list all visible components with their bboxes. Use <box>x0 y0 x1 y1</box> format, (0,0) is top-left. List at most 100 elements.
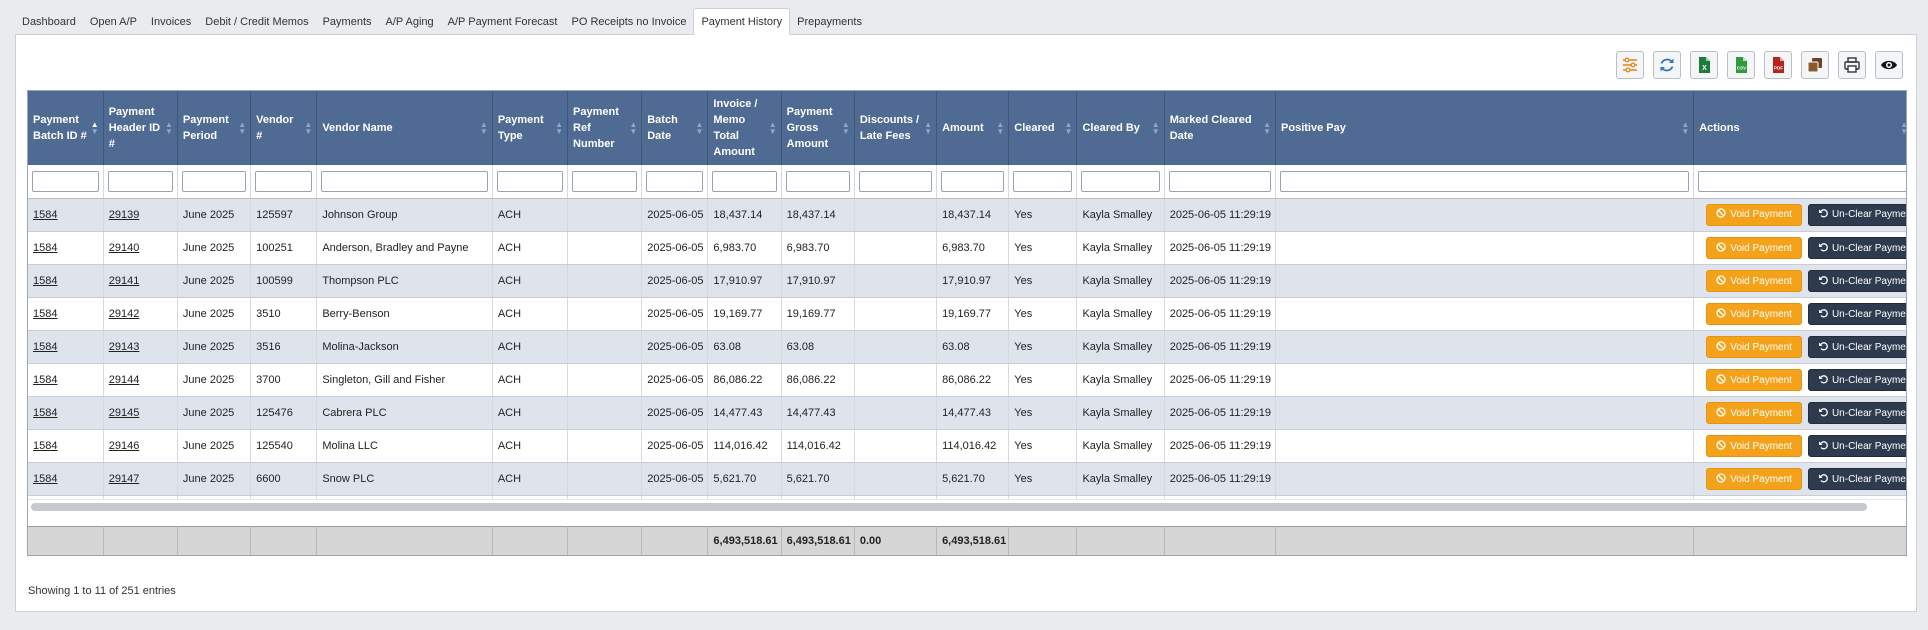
void-payment-button[interactable]: Void Payment <box>1706 468 1802 490</box>
svg-text:X: X <box>1702 65 1707 72</box>
batch-id-link[interactable]: 1584 <box>33 308 57 320</box>
batch-id-link[interactable]: 1584 <box>33 242 57 254</box>
unclear-payment-button[interactable]: Un-Clear Payment <box>1807 203 1906 226</box>
void-payment-button[interactable]: Void Payment <box>1706 237 1802 259</box>
filter-input-payment-type[interactable] <box>496 170 564 192</box>
header-id-link[interactable]: 29144 <box>109 374 140 386</box>
void-payment-button[interactable]: Void Payment <box>1706 336 1802 358</box>
vertical-scrollbar[interactable] <box>1905 199 1906 499</box>
visibility-button[interactable] <box>1875 51 1903 79</box>
column-header-payment-header-id[interactable]: Payment Header ID # ▲ ▼ <box>103 91 178 165</box>
tab-debit-credit-memos[interactable]: Debit / Credit Memos <box>198 9 315 35</box>
batch-id-link[interactable]: 1584 <box>33 209 57 221</box>
void-payment-button[interactable]: Void Payment <box>1706 435 1802 457</box>
tab-payment-history[interactable]: Payment History <box>693 8 791 35</box>
column-header-payment-type[interactable]: Payment Type ▲ ▼ <box>492 91 569 165</box>
header-id-link[interactable]: 29145 <box>109 407 140 419</box>
unclear-payment-button[interactable]: Un-Clear Payment <box>1807 270 1906 292</box>
column-header-cleared[interactable]: Cleared ▲ ▼ <box>1008 91 1078 165</box>
column-header-amount[interactable]: Amount ▲ ▼ <box>936 91 1010 165</box>
void-payment-button[interactable]: Void Payment <box>1706 203 1802 226</box>
filter-input-positive-pay[interactable] <box>1280 170 1690 192</box>
column-header-batch-date[interactable]: Batch Date ▲ ▼ <box>641 91 709 165</box>
horizontal-scroll-thumb[interactable] <box>31 502 1867 511</box>
print-button[interactable] <box>1838 51 1866 79</box>
cell-invoice-memo-total-amount: 5,621.70 <box>707 462 782 496</box>
void-payment-button[interactable]: Void Payment <box>1706 303 1802 325</box>
batch-id-link[interactable]: 1584 <box>33 275 57 287</box>
refresh-button[interactable] <box>1653 51 1681 79</box>
unclear-payment-button[interactable]: Un-Clear Payment <box>1807 402 1906 424</box>
unclear-payment-button[interactable]: Un-Clear Payment <box>1807 336 1906 358</box>
cell-vendor: 125597 <box>250 198 318 232</box>
column-header-payment-batch-id[interactable]: Payment Batch ID # ▲ ▼ <box>28 91 104 165</box>
column-header-actions[interactable]: Actions ▲▼ <box>1693 91 1906 165</box>
filter-input-cleared[interactable] <box>1013 170 1073 192</box>
unclear-payment-button[interactable]: Un-Clear Payment <box>1807 468 1906 490</box>
cell-positive-pay <box>1275 231 1695 265</box>
filter-input-marked-cleared-date[interactable] <box>1168 170 1272 192</box>
header-id-link[interactable]: 29147 <box>109 473 140 485</box>
tab-payments[interactable]: Payments <box>316 9 379 35</box>
filter-input-discounts-late-fees[interactable] <box>858 170 933 192</box>
cell-payment-ref-number <box>567 297 643 331</box>
copy-button[interactable] <box>1801 51 1829 79</box>
unclear-payment-button[interactable]: Un-Clear Payment <box>1807 237 1906 259</box>
header-id-link[interactable]: 29139 <box>109 209 140 221</box>
header-id-link[interactable]: 29143 <box>109 341 140 353</box>
unclear-payment-button[interactable]: Un-Clear Payment <box>1807 369 1906 391</box>
pdf-export-button[interactable]: PDF <box>1764 51 1792 79</box>
unclear-payment-button[interactable]: Un-Clear Payment <box>1807 303 1906 325</box>
cell-payment-gross-amount: 114,016.42 <box>781 429 855 463</box>
cell-cleared-by: Kayla Smalley <box>1076 462 1165 496</box>
filter-input-payment-period[interactable] <box>181 170 247 192</box>
filter-input-vendor[interactable] <box>255 170 313 192</box>
unclear-payment-button[interactable]: Un-Clear Payment <box>1807 435 1906 457</box>
void-payment-button[interactable]: Void Payment <box>1706 270 1802 292</box>
grid-body-scroll[interactable]: 1584 29139 June 2025 125597 Johnson Group ACH… <box>28 198 1906 499</box>
tab-open-a-p[interactable]: Open A/P <box>83 9 144 35</box>
cell-cleared: Yes <box>1008 297 1078 331</box>
filter-input-invoice-memo-total-amount[interactable] <box>712 170 777 192</box>
header-id-link[interactable]: 29142 <box>109 308 140 320</box>
filter-input-batch-date[interactable] <box>646 170 704 192</box>
column-header-invoice-memo-total-amount[interactable]: Invoice / Memo Total Amount ▲ ▼ <box>707 91 782 165</box>
batch-id-link[interactable]: 1584 <box>33 374 57 386</box>
filter-input-payment-batch-id[interactable] <box>32 170 99 192</box>
batch-id-link[interactable]: 1584 <box>33 440 57 452</box>
filter-input-vendor-name[interactable] <box>321 170 488 192</box>
tab-po-receipts-no-invoice[interactable]: PO Receipts no Invoice <box>565 9 694 35</box>
filter-input-payment-gross-amount[interactable] <box>785 170 850 192</box>
batch-id-link[interactable]: 1584 <box>33 341 57 353</box>
column-header-payment-period[interactable]: Payment Period ▲ ▼ <box>177 91 252 165</box>
header-id-link[interactable]: 29146 <box>109 440 140 452</box>
filter-input-payment-header-id[interactable] <box>107 170 173 192</box>
tab-a-p-aging[interactable]: A/P Aging <box>379 9 441 35</box>
batch-id-link[interactable]: 1584 <box>33 407 57 419</box>
filter-input-amount[interactable] <box>941 170 1005 192</box>
tab-dashboard[interactable]: Dashboard <box>15 9 83 35</box>
void-payment-button[interactable]: Void Payment <box>1706 369 1802 391</box>
filter-input-actions[interactable] <box>1698 170 1906 192</box>
filter-input-payment-ref-number[interactable] <box>572 170 638 192</box>
column-header-marked-cleared-date[interactable]: Marked Cleared Date ▲ ▼ <box>1164 91 1277 165</box>
column-header-vendor[interactable]: Vendor # ▲ ▼ <box>250 91 318 165</box>
excel-export-button[interactable]: X <box>1690 51 1718 79</box>
column-header-positive-pay[interactable]: Positive Pay ▲ ▼ <box>1275 91 1695 165</box>
header-id-link[interactable]: 29141 <box>109 275 140 287</box>
void-payment-button[interactable]: Void Payment <box>1706 402 1802 424</box>
column-header-payment-gross-amount[interactable]: Payment Gross Amount ▲ ▼ <box>781 91 855 165</box>
tab-prepayments[interactable]: Prepayments <box>790 9 869 35</box>
tab-invoices[interactable]: Invoices <box>144 9 198 35</box>
column-header-discounts-late-fees[interactable]: Discounts / Late Fees ▲ ▼ <box>854 91 938 165</box>
tab-a-p-payment-forecast[interactable]: A/P Payment Forecast <box>441 9 565 35</box>
column-header-vendor-name[interactable]: Vendor Name ▲ ▼ <box>316 91 493 165</box>
batch-id-link[interactable]: 1584 <box>33 473 57 485</box>
csv-export-button[interactable]: CSV <box>1727 51 1755 79</box>
filter-input-cleared-by[interactable] <box>1081 170 1160 192</box>
column-settings-button[interactable] <box>1616 51 1644 79</box>
header-id-link[interactable]: 29140 <box>109 242 140 254</box>
column-header-payment-ref-number[interactable]: Payment Ref Number ▲ ▼ <box>567 91 643 165</box>
column-header-cleared-by[interactable]: Cleared By ▲ ▼ <box>1076 91 1165 165</box>
horizontal-scrollbar[interactable] <box>28 498 1906 513</box>
